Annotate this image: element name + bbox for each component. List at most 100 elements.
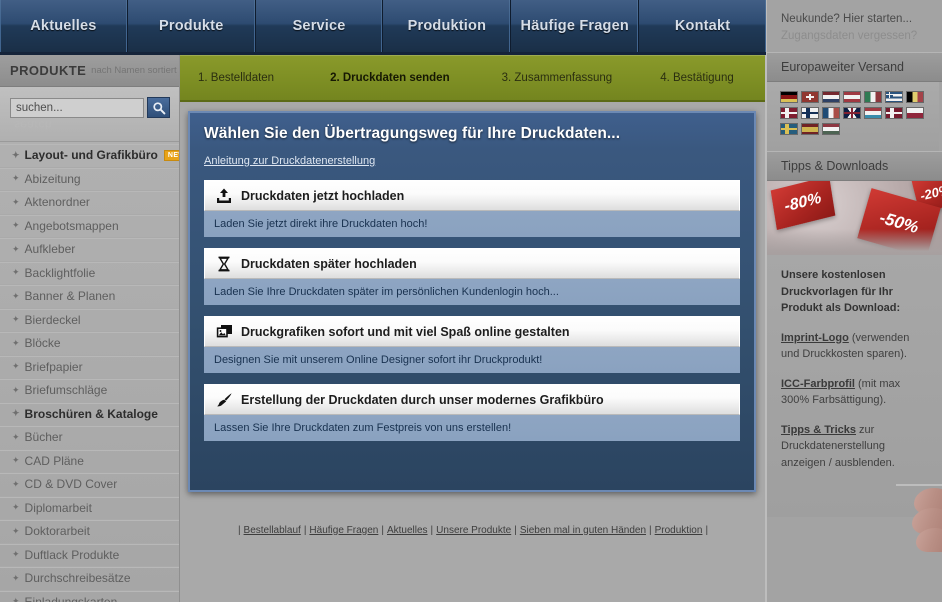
transfer-option-description: Laden Sie jetzt direkt ihre Druckdaten h…	[204, 211, 740, 237]
flag-gb-icon[interactable]	[843, 107, 861, 119]
product-list: ✦ Layout- und Grafikbüro NEW ✦ Abizeitung ✦ Ak…	[0, 142, 179, 602]
nav-service[interactable]: Service	[255, 0, 384, 52]
footer-link[interactable]: Bestellablauf	[244, 525, 301, 536]
footer-separator: |	[381, 524, 384, 536]
flag-de-icon[interactable]	[780, 91, 798, 103]
promo-banner[interactable]: -20% -80% -50%	[767, 181, 942, 255]
sidebar-item[interactable]: ✦ Backlightfolie	[0, 262, 179, 285]
tips-paragraph: Imprint-Logo (verwenden und Druckkosten …	[781, 330, 928, 363]
sidebar-item[interactable]: ✦ Durchschreibesätze	[0, 567, 179, 591]
sidebar-item[interactable]: ✦ Aktenordner	[0, 191, 179, 215]
tips-download-link[interactable]: ICC-Farbprofil	[781, 378, 855, 390]
nav-haeufige-fragen[interactable]: Häufige Fragen	[511, 0, 640, 52]
checkout-step-4[interactable]: 4. Bestätigung	[660, 72, 734, 84]
footer-link[interactable]: Aktuelles	[387, 525, 428, 536]
flag-se-icon[interactable]	[780, 123, 798, 135]
flag-hu-icon[interactable]	[822, 123, 840, 135]
plus-icon: ✦	[12, 337, 20, 348]
transfer-option-label: Erstellung der Druckdaten durch unser mo…	[241, 392, 604, 407]
transfer-option-header[interactable]: Druckdaten jetzt hochladen	[204, 180, 740, 211]
sidebar-item[interactable]: ✦ Doktorarbeit	[0, 520, 179, 544]
checkout-step-3[interactable]: 3. Zusammenfassung	[502, 72, 613, 84]
sidebar-item[interactable]: ✦ Duftlack Produkte	[0, 544, 179, 567]
flag-gr-icon[interactable]	[885, 91, 903, 103]
sidebar-item[interactable]: ✦ Angebotsmappen	[0, 215, 179, 238]
nav-produkte[interactable]: Produkte	[127, 0, 256, 52]
flag-it-icon[interactable]	[864, 91, 882, 103]
flag-es-icon[interactable]	[801, 123, 819, 135]
sidebar-item-label: Aufkleber	[24, 242, 76, 257]
sidebar-item[interactable]: ✦ Briefumschläge	[0, 379, 179, 403]
tips-body: Unsere kostenlosen Druckvorlagen für Ihr…	[767, 255, 942, 517]
transfer-option-header[interactable]: Erstellung der Druckdaten durch unser mo…	[204, 384, 740, 415]
transfer-option[interactable]: Druckgrafiken sofort und mit viel Spaß o…	[204, 316, 740, 373]
flag-fr-icon[interactable]	[822, 107, 840, 119]
flag-no-icon[interactable]	[885, 107, 903, 119]
upload-icon	[215, 187, 233, 205]
sidebar-item[interactable]: ✦ Bierdeckel	[0, 309, 179, 332]
main-navigation: Aktuelles Produkte Service Produktion Häufig…	[0, 0, 766, 55]
transfer-option[interactable]: Druckdaten jetzt hochladen Laden Sie jetz…	[204, 180, 740, 237]
flag-pl-icon[interactable]	[906, 107, 924, 119]
footer-separator: |	[237, 524, 241, 536]
sidebar-item[interactable]: ✦ Abizeitung	[0, 168, 179, 191]
flag-fi-icon[interactable]	[801, 107, 819, 119]
transfer-option[interactable]: Erstellung der Druckdaten durch unser mo…	[204, 384, 740, 441]
footer-link[interactable]: Unsere Produkte	[436, 525, 511, 536]
transfer-option-description: Laden Sie Ihre Druckdaten später im pers…	[204, 279, 740, 305]
plus-icon: ✦	[12, 408, 20, 419]
flag-dk-icon[interactable]	[780, 107, 798, 119]
sidebar-item[interactable]: ✦ CD & DVD Cover	[0, 473, 179, 497]
plus-icon: ✦	[12, 243, 20, 254]
checkout-step-2[interactable]: 2. Druckdaten senden	[330, 72, 450, 84]
transfer-option-header[interactable]: Druckgrafiken sofort und mit viel Spaß o…	[204, 316, 740, 347]
footer-links: | Bestellablauf | Häufige Fragen | Aktuelles |…	[180, 516, 766, 544]
tips-download-links: Imprint-Logo (verwenden und Druckkosten …	[781, 330, 928, 472]
sidebar-search-area: search	[0, 87, 179, 142]
hourglass-icon	[215, 255, 233, 273]
flag-lu-icon[interactable]	[864, 107, 882, 119]
flag-be-icon[interactable]	[906, 91, 924, 103]
tips-header: Tipps & Downloads	[767, 151, 942, 181]
sidebar-item[interactable]: ✦ Blöcke	[0, 332, 179, 356]
footer-link[interactable]: Häufige Fragen	[309, 525, 378, 536]
nav-label: Service	[292, 18, 346, 34]
sidebar-item-label: Layout- und Grafikbüro	[24, 148, 158, 163]
sidebar-item[interactable]: ✦ Briefpapier	[0, 356, 179, 379]
footer-link[interactable]: Produktion	[655, 525, 703, 536]
plus-icon: ✦	[12, 455, 20, 466]
nav-label: Kontakt	[674, 18, 731, 34]
option-list: Druckdaten jetzt hochladen Laden Sie jetz…	[204, 180, 740, 441]
sidebar-title: PRODUKTE	[10, 63, 87, 78]
nav-aktuelles[interactable]: Aktuelles	[0, 0, 128, 52]
footer-link[interactable]: Sieben mal in guten Händen	[520, 525, 646, 536]
flag-at-icon[interactable]	[843, 91, 861, 103]
search-input[interactable]	[10, 97, 144, 118]
sidebar-item[interactable]: ✦ Einladungskarten	[0, 591, 179, 602]
sidebar-item[interactable]: ✦ Bücher	[0, 426, 179, 450]
forgot-credentials-link[interactable]: Zugangsdaten vergessen?	[781, 28, 942, 45]
sidebar-item[interactable]: ✦ Banner & Planen	[0, 285, 179, 309]
transfer-option-label: Druckdaten jetzt hochladen	[241, 188, 405, 203]
tips-download-link[interactable]: Tipps & Tricks	[781, 424, 856, 436]
instructions-link[interactable]: Anleitung zur Druckdatenerstellung	[204, 155, 375, 167]
transfer-option[interactable]: Druckdaten später hochladen Laden Sie Ihr…	[204, 248, 740, 305]
sidebar-item[interactable]: ✦ Aufkleber	[0, 238, 179, 262]
transfer-option-header[interactable]: Druckdaten später hochladen	[204, 248, 740, 279]
flag-ch-icon[interactable]	[801, 91, 819, 103]
checkout-step-1[interactable]: 1. Bestelldaten	[198, 72, 274, 84]
plus-icon: ✦	[12, 314, 20, 325]
nav-label: Produktion	[407, 18, 487, 34]
search-button[interactable]	[147, 97, 170, 118]
sidebar-item[interactable]: ✦ Layout- und Grafikbüro NEW	[0, 144, 179, 168]
nav-kontakt[interactable]: Kontakt	[639, 0, 766, 52]
sidebar-item[interactable]: ✦ Broschüren & Kataloge	[0, 403, 179, 426]
new-customer-link[interactable]: Neukunde? Hier starten...	[781, 11, 942, 28]
sidebar-item[interactable]: ✦ CAD Pläne	[0, 450, 179, 473]
promo-dice-1: -80%	[770, 181, 836, 231]
sidebar-item[interactable]: ✦ Diplomarbeit	[0, 497, 179, 520]
tips-download-link[interactable]: Imprint-Logo	[781, 332, 849, 344]
flag-nl-icon[interactable]	[822, 91, 840, 103]
nav-produktion[interactable]: Produktion	[383, 0, 512, 52]
plus-icon: ✦	[12, 384, 20, 395]
